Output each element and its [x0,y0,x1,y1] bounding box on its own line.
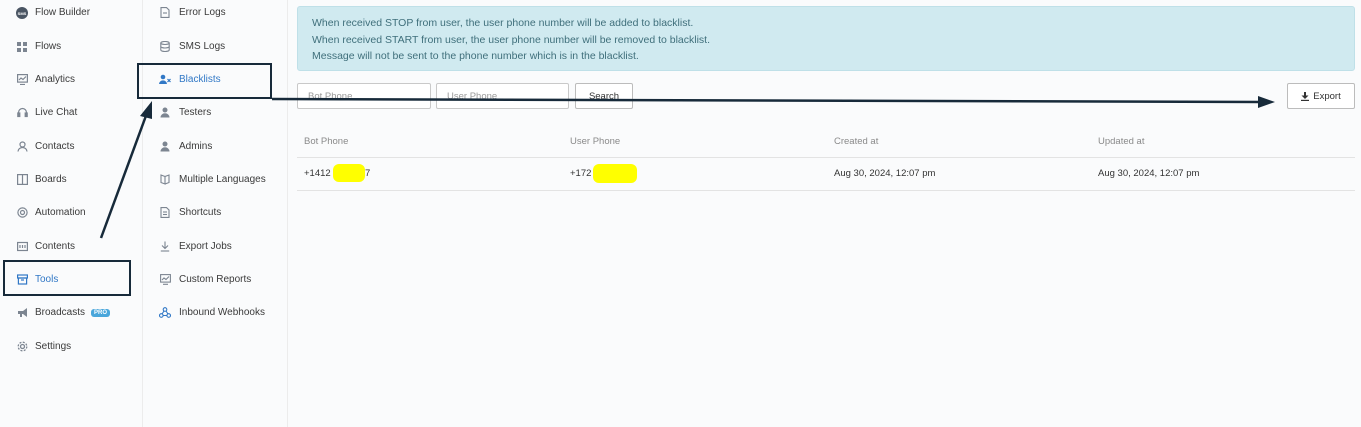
column-header-user-phone: User Phone [570,136,621,147]
sidebar-item-label: Settings [35,341,72,352]
sidebar-item-label: Analytics [35,74,76,85]
sidebar-item-broadcasts[interactable]: Broadcasts PRO [0,296,142,329]
headset-icon [16,107,28,119]
language-icon [159,174,171,186]
subnav-item-multiple-languages[interactable]: Multiple Languages [143,163,287,196]
subnav-item-shortcuts[interactable]: Shortcuts [143,196,287,229]
sidebar-item-label: Boards [35,174,67,185]
row-divider [297,190,1355,191]
sidebar-item-flow-builder[interactable]: SMS Flow Builder [0,0,142,29]
subnav-item-label: Export Jobs [179,241,232,252]
subnav-item-sms-logs[interactable]: SMS Logs [143,30,287,63]
sidebar-item-live-chat[interactable]: Live Chat [0,96,142,129]
redaction-highlight [593,164,637,183]
export-button[interactable]: Export [1287,83,1355,109]
sidebar-item-label: Flows [35,41,62,52]
user-icon [16,141,28,153]
header-divider [297,157,1355,158]
sidebar-item-flows[interactable]: Flows [0,30,142,63]
report-icon [159,274,171,286]
subnav-item-export-jobs[interactable]: Export Jobs [143,230,287,263]
sidebar-item-label: Flow Builder [35,7,91,18]
primary-sidebar: SMS Flow Builder Flows Analytics Live Ch… [0,0,143,427]
svg-text:SMS: SMS [18,10,27,15]
created-at-cell: Aug 30, 2024, 12:07 pm [834,168,936,179]
sidebar-item-automation[interactable]: Automation [0,196,142,229]
info-line: Message will not be sent to the phone nu… [312,50,639,62]
file-icon [159,207,171,219]
sms-bubble-icon: SMS [16,6,28,19]
file-icon [159,7,171,19]
redaction-highlight [333,164,365,182]
column-header-created-at: Created at [834,136,879,147]
subnav-item-label: Admins [179,141,213,152]
contents-icon [16,241,28,253]
pro-badge: PRO [91,308,111,317]
bot-phone-input[interactable] [297,83,431,109]
user-phone-cell: +172 [570,168,592,179]
automation-icon [16,207,28,219]
export-button-label: Export [1313,90,1341,102]
webhook-icon [159,307,171,319]
subnav-item-label: Multiple Languages [179,174,266,185]
grid-icon [16,41,28,53]
sidebar-item-label: Contents [35,241,76,252]
user-phone-input[interactable] [436,83,569,109]
sidebar-item-settings[interactable]: Settings [0,330,142,363]
gear-icon [16,341,28,353]
database-icon [159,41,171,53]
download-icon [159,241,171,253]
sidebar-item-label: Automation [35,207,86,218]
person-icon [159,141,171,153]
info-line: When received STOP from user, the user p… [312,17,694,29]
search-button-label: Search [588,90,620,102]
subnav-item-label: SMS Logs [179,41,226,52]
subnav-item-label: Shortcuts [179,207,222,218]
sidebar-item-label: Contacts [35,141,75,152]
blacklist-info-alert: When received STOP from user, the user p… [297,6,1355,71]
subnav-item-inbound-webhooks[interactable]: Inbound Webhooks [143,296,287,329]
subnav-item-testers[interactable]: Testers [143,96,287,129]
board-icon [16,174,28,186]
column-header-bot-phone: Bot Phone [304,136,349,147]
person-icon [159,107,171,119]
sidebar-item-label: Live Chat [35,107,78,118]
sidebar-item-contents[interactable]: Contents [0,230,142,263]
analytics-icon [16,74,28,86]
sidebar-item-label: Broadcasts [35,307,86,318]
subnav-item-error-logs[interactable]: Error Logs [143,0,287,29]
subnav-item-label: Custom Reports [179,274,252,285]
blacklists-highlight-box [137,63,272,99]
search-button[interactable]: Search [575,83,633,109]
sidebar-item-contacts[interactable]: Contacts [0,130,142,163]
download-icon [1301,91,1310,101]
subnav-item-custom-reports[interactable]: Custom Reports [143,263,287,296]
sidebar-item-boards[interactable]: Boards [0,163,142,196]
bot-phone-cell-tail: 7 [365,168,371,179]
sidebar-item-analytics[interactable]: Analytics [0,63,142,96]
updated-at-cell: Aug 30, 2024, 12:07 pm [1098,168,1200,179]
tools-highlight-box [3,260,131,296]
subnav-item-admins[interactable]: Admins [143,130,287,163]
subnav-item-label: Error Logs [179,7,226,18]
info-line: When received START from user, the user … [312,33,711,46]
subnav-item-label: Testers [179,107,212,118]
subnav-item-label: Inbound Webhooks [179,307,265,318]
megaphone-icon [16,307,28,319]
column-header-updated-at: Updated at [1098,136,1145,147]
bot-phone-cell: +1412 [304,168,331,179]
